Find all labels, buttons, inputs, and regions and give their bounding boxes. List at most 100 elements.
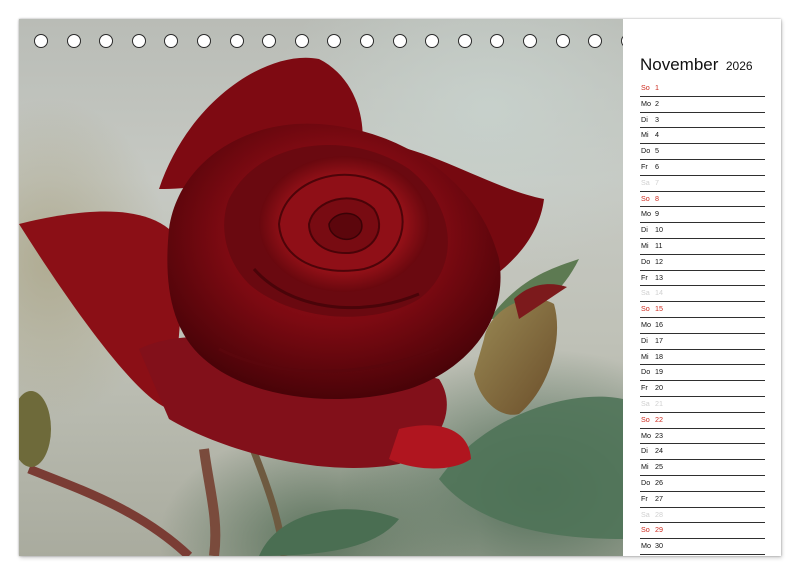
year: 2026 xyxy=(725,59,753,73)
day-row: Di 10 xyxy=(640,223,765,239)
day-number: 6 xyxy=(655,161,659,171)
day-row: Do 19 xyxy=(640,365,765,382)
binding-hole xyxy=(229,34,244,48)
rose-photo xyxy=(19,19,623,556)
day-number: 24 xyxy=(655,446,663,456)
day-number: 27 xyxy=(655,493,663,503)
day-row: Mo 16 xyxy=(640,318,765,334)
day-number: 4 xyxy=(655,130,659,140)
day-row: Mo 23 xyxy=(640,429,765,445)
day-number: 28 xyxy=(655,509,663,519)
day-number: 13 xyxy=(655,272,663,282)
day-number: 8 xyxy=(655,193,659,203)
day-row: Di 24 xyxy=(640,444,765,461)
binding-hole xyxy=(523,34,537,48)
day-row: Mo 9 xyxy=(640,207,765,224)
day-name: So xyxy=(641,193,650,203)
day-number: 18 xyxy=(655,351,663,361)
day-number: 29 xyxy=(655,525,663,535)
binding-hole xyxy=(490,34,505,48)
day-name: So xyxy=(641,525,650,535)
day-name: Mi xyxy=(641,351,649,361)
day-number: 7 xyxy=(655,177,659,187)
month-name: November xyxy=(640,55,719,74)
binding-hole xyxy=(131,34,146,48)
day-number: 20 xyxy=(655,383,663,393)
day-name: Fr xyxy=(641,272,648,282)
binding-hole xyxy=(99,34,114,48)
binding-hole xyxy=(34,34,48,48)
day-row: Do 12 xyxy=(640,255,765,271)
day-name: Di xyxy=(641,335,648,345)
day-name: Fr xyxy=(641,383,648,393)
day-row: Sa 28 xyxy=(640,508,765,524)
rose-illustration xyxy=(19,57,623,556)
binding-hole xyxy=(555,34,570,48)
day-name: Do xyxy=(641,367,651,377)
binding-hole xyxy=(66,34,81,48)
day-name: Mo xyxy=(641,541,651,551)
binding-hole xyxy=(457,34,472,48)
binding-hole xyxy=(197,34,211,48)
day-number: 17 xyxy=(655,335,663,345)
binding-hole xyxy=(588,34,603,48)
day-number: 23 xyxy=(655,430,663,440)
binding-hole xyxy=(294,34,309,48)
day-number: 14 xyxy=(655,288,663,298)
binding-hole xyxy=(360,34,374,48)
day-row: Mi 25 xyxy=(640,460,765,476)
day-name: Mo xyxy=(641,319,651,329)
day-row: Do 5 xyxy=(640,144,765,160)
binding-hole xyxy=(164,34,179,48)
day-row: Sa 7 xyxy=(640,176,765,192)
binding-hole xyxy=(425,34,440,48)
day-row: Do 26 xyxy=(640,476,765,492)
day-name: Di xyxy=(641,114,648,124)
day-name: So xyxy=(641,83,650,92)
day-name: Sa xyxy=(641,509,650,519)
day-row: Fr 13 xyxy=(640,271,765,287)
day-name: Do xyxy=(641,256,651,266)
day-row: Sa 21 xyxy=(640,397,765,413)
day-number: 2 xyxy=(655,98,659,108)
day-number: 30 xyxy=(655,541,663,551)
day-number: 9 xyxy=(655,209,659,219)
day-name: Sa xyxy=(641,398,650,408)
day-name: So xyxy=(641,414,650,424)
calendar-page: November 2026 So 1 Mo 2 Di 3 Mi 4 Do 5 Fr 6 Sa 7 So 8 Mo… xyxy=(19,19,781,556)
day-row: Mi 18 xyxy=(640,350,765,366)
month-header: November 2026 xyxy=(640,55,753,75)
day-number: 16 xyxy=(655,319,663,329)
day-row: Mi 11 xyxy=(640,239,765,255)
day-number: 26 xyxy=(655,477,663,487)
day-row: Di 17 xyxy=(640,334,765,350)
binding-hole xyxy=(392,34,407,48)
day-name: Do xyxy=(641,146,651,156)
day-number: 10 xyxy=(655,225,663,235)
day-name: Sa xyxy=(641,288,650,298)
day-row: So 8 xyxy=(640,192,765,208)
day-name: Fr xyxy=(641,493,648,503)
day-row: So 15 xyxy=(640,302,765,318)
binding-hole xyxy=(327,34,342,48)
day-name: Di xyxy=(641,225,648,235)
day-number: 12 xyxy=(655,256,663,266)
day-number: 25 xyxy=(655,462,663,472)
day-row: So 1 xyxy=(640,81,765,97)
day-row: So 29 xyxy=(640,523,765,540)
day-row: Mo 30 xyxy=(640,539,765,555)
day-name: Mi xyxy=(641,130,649,140)
day-name: Mi xyxy=(641,240,649,250)
calendar-sidebar: November 2026 So 1 Mo 2 Di 3 Mi 4 Do 5 Fr 6 Sa 7 So 8 Mo… xyxy=(623,19,781,556)
day-row: Sa 14 xyxy=(640,286,765,303)
day-list: So 1 Mo 2 Di 3 Mi 4 Do 5 Fr 6 Sa 7 So 8 Mo 9 Di 10 Mi 11 Do 12 F… xyxy=(640,81,765,555)
day-name: Di xyxy=(641,446,648,456)
day-number: 15 xyxy=(655,304,663,314)
day-name: Mi xyxy=(641,462,649,472)
day-row: Mo 2 xyxy=(640,97,765,113)
day-row: Fr 27 xyxy=(640,492,765,508)
day-row: Fr 6 xyxy=(640,160,765,176)
day-name: Mo xyxy=(641,209,651,219)
binding-hole xyxy=(262,34,277,48)
day-row: Mi 4 xyxy=(640,128,765,145)
